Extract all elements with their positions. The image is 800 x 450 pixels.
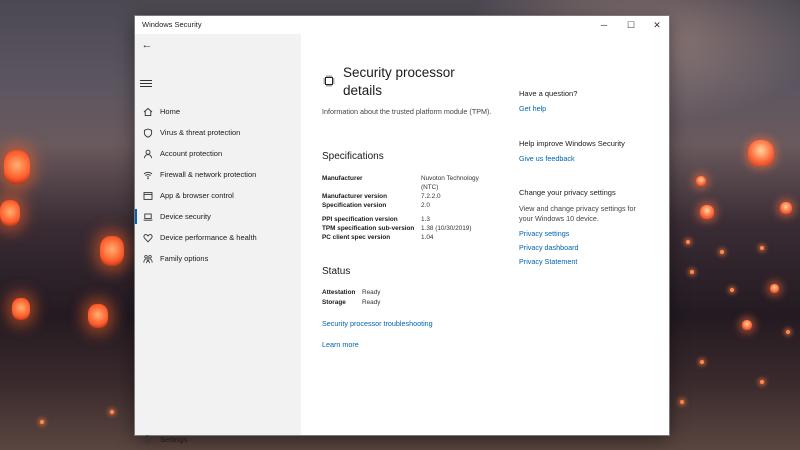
- wallpaper-light: [40, 420, 44, 424]
- give-feedback-link[interactable]: Give us feedback: [519, 154, 575, 163]
- settings-label: Settings: [160, 434, 188, 444]
- wallpaper-light: [760, 380, 764, 384]
- wallpaper-light: [686, 240, 690, 244]
- sidebar-item-label: Firewall & network protection: [160, 170, 257, 179]
- spec-key: PC client spec version: [322, 234, 391, 241]
- status-heading: Status: [322, 266, 351, 277]
- spec-key: PPI specification version: [322, 216, 398, 223]
- sidebar-item-account-protection[interactable]: Account protection: [135, 143, 301, 164]
- wallpaper-light: [700, 360, 704, 364]
- sidebar-item-label: App & browser control: [160, 191, 234, 200]
- sidebar-nav: Home Virus & threat protection Account p…: [135, 101, 301, 269]
- page-title-line1: Security processor: [343, 65, 455, 80]
- wallpaper-light: [730, 288, 734, 292]
- back-arrow-icon[interactable]: ←: [140, 38, 154, 52]
- status-value: Ready: [362, 299, 381, 306]
- sidebar-item-firewall-network-protection[interactable]: Firewall & network protection: [135, 164, 301, 185]
- wallpaper-lantern: [780, 202, 792, 214]
- wallpaper-lamp: [100, 236, 124, 266]
- sidebar-item-device-performance-health[interactable]: Device performance & health: [135, 227, 301, 248]
- page-description: Information about the trusted platform m…: [322, 107, 492, 116]
- spec-key: TPM specification sub-version: [322, 225, 415, 232]
- main-content: Security processor details Information a…: [301, 34, 669, 435]
- status-value: Ready: [362, 289, 381, 296]
- sidebar-item-label: Virus & threat protection: [160, 128, 241, 137]
- spec-value: 1.04: [421, 234, 434, 241]
- processor-chip-icon: [323, 74, 335, 87]
- family-icon: [142, 253, 153, 264]
- wifi-icon: [142, 169, 153, 180]
- wallpaper-light: [690, 270, 694, 274]
- heart-icon: [142, 232, 153, 243]
- troubleshooting-link[interactable]: Security processor troubleshooting: [322, 319, 433, 328]
- gear-icon: [142, 434, 153, 445]
- learn-more-link[interactable]: Learn more: [322, 340, 359, 349]
- privacy-description: View and change privacy settings for you…: [519, 204, 636, 223]
- wallpaper-lamp: [12, 298, 30, 320]
- help-improve-heading: Help improve Windows Security: [519, 139, 625, 148]
- wallpaper-lantern: [742, 320, 752, 330]
- shield-icon: [142, 127, 153, 138]
- status-key: Attestation: [322, 289, 356, 296]
- wallpaper-lantern: [770, 284, 779, 293]
- page-title: Security processor details: [343, 64, 493, 100]
- spec-value: 7.2.2.0: [421, 193, 441, 200]
- maximize-button[interactable]: ☐: [620, 16, 642, 34]
- spec-value: Nuvoton Technology: [421, 175, 479, 182]
- status-key: Storage: [322, 299, 346, 306]
- sidebar-item-device-security[interactable]: Device security: [135, 206, 301, 227]
- spec-value: 1.3: [421, 216, 430, 223]
- privacy-settings-link[interactable]: Privacy settings: [519, 229, 569, 238]
- laptop-icon: [142, 211, 153, 222]
- spec-key: Manufacturer version: [322, 193, 387, 200]
- wallpaper-lantern: [748, 140, 774, 166]
- home-icon: [142, 106, 153, 117]
- wallpaper-lamp: [0, 200, 20, 226]
- wallpaper-light: [680, 400, 684, 404]
- close-button[interactable]: ✕: [646, 16, 668, 34]
- sidebar-item-label: Home: [160, 107, 181, 116]
- minimize-button[interactable]: ─: [593, 16, 615, 34]
- sidebar-item-family-options[interactable]: Family options: [135, 248, 301, 269]
- spec-key: Manufacturer: [322, 175, 363, 182]
- wallpaper-lamp: [4, 150, 30, 184]
- specifications-heading: Specifications: [322, 151, 384, 162]
- wallpaper-lamp: [88, 304, 108, 328]
- sidebar-item-label: Family options: [160, 254, 209, 263]
- title-bar[interactable]: Windows Security ─ ☐ ✕: [135, 16, 669, 34]
- wallpaper-light: [110, 410, 114, 414]
- spec-key: Specification version: [322, 202, 387, 209]
- page-title-line2: details: [343, 83, 383, 98]
- windows-security-window: Windows Security ─ ☐ ✕ ← Home Virus & th…: [135, 16, 669, 444]
- hamburger-menu-icon[interactable]: [140, 78, 152, 89]
- wallpaper-light: [786, 330, 790, 334]
- have-a-question-heading: Have a question?: [519, 89, 578, 98]
- person-icon: [142, 148, 153, 159]
- sidebar-item-home[interactable]: Home: [135, 101, 301, 122]
- wallpaper-light: [760, 246, 764, 250]
- wallpaper-light: [720, 250, 724, 254]
- sidebar-item-label: Account protection: [160, 149, 223, 158]
- spec-value: 1.38 (10/30/2019): [421, 225, 472, 232]
- sidebar-item-settings[interactable]: Settings: [135, 429, 187, 449]
- sidebar: ← Home Virus & threat protection Account…: [135, 34, 301, 444]
- sidebar-item-app-browser-control[interactable]: App & browser control: [135, 185, 301, 206]
- sidebar-item-label: Device performance & health: [160, 233, 257, 242]
- sidebar-item-label: Device security: [160, 212, 211, 221]
- spec-value: 2.0: [421, 202, 430, 209]
- privacy-dashboard-link[interactable]: Privacy dashboard: [519, 243, 579, 252]
- privacy-statement-link[interactable]: Privacy Statement: [519, 257, 577, 266]
- sidebar-item-virus-threat-protection[interactable]: Virus & threat protection: [135, 122, 301, 143]
- window-title: Windows Security: [142, 20, 202, 29]
- get-help-link[interactable]: Get help: [519, 104, 546, 113]
- wallpaper-lantern: [696, 176, 706, 186]
- app-window-icon: [142, 190, 153, 201]
- spec-value: (NTC): [421, 184, 439, 191]
- wallpaper-lantern: [700, 205, 714, 219]
- privacy-heading: Change your privacy settings: [519, 188, 616, 197]
